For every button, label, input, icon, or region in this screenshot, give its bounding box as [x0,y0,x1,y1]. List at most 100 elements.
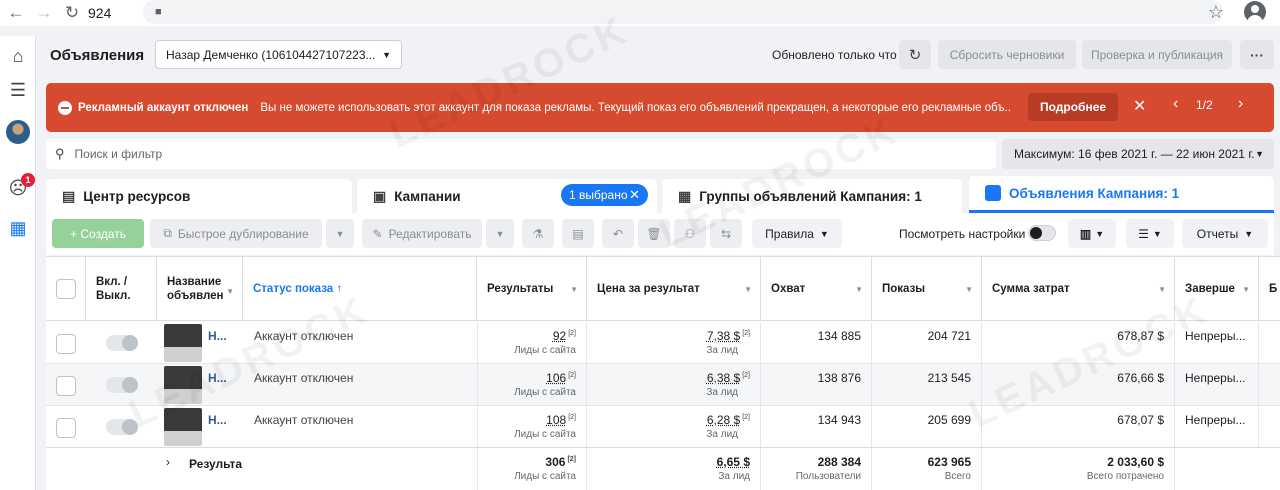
duplicate-label: Быстрое дублирование [177,226,309,241]
clipboard-button[interactable]: ▤ [562,219,594,248]
footnote-mark: [2] [742,414,750,421]
ad-toggle[interactable] [106,377,138,393]
profile-icon[interactable] [1244,1,1266,23]
back-icon[interactable]: ← [4,1,28,25]
cpr-sub: За лид [706,429,738,440]
table-row[interactable]: Н... Аккаунт отключен 108 [2] Лиды с сайта… [46,406,1280,448]
header-select-all[interactable] [46,257,86,321]
header-ends[interactable]: Заверше ▼ [1175,257,1259,321]
more-button[interactable]: ··· [1240,40,1274,69]
footnote-mark: [2] [568,330,576,337]
select-all-checkbox[interactable] [56,279,76,299]
alert-more-button[interactable]: Подробнее [1028,93,1118,121]
impressions-cell: 204 721 [872,322,982,364]
refresh-icon: ↻ [908,46,922,64]
chevron-left-icon[interactable]: ‹ [1173,95,1178,113]
chevron-down-icon: ▼ [1152,228,1162,239]
address-bar[interactable]: ■ [143,0,1223,24]
rules-label: Правила [765,226,814,241]
row-checkbox[interactable] [56,376,76,396]
home-icon[interactable]: ⌂ [0,42,36,70]
menu-icon[interactable]: ☰ [0,76,36,104]
header-impressions[interactable]: Показы ▼ [872,257,982,321]
ab-test-button[interactable]: ⚗ [522,219,554,248]
notifications-icon[interactable]: ☹ 1 [0,173,36,202]
tab-label: Группы объявлений Кампания: 1 [699,188,922,204]
chevron-right-icon[interactable]: › [166,455,170,469]
selected-filter-pill[interactable]: 1 выбрано ✕ [561,184,648,206]
ad-thumbnail [164,324,202,362]
ads-manager-table-icon[interactable]: ▦ [0,214,36,242]
ad-name-link[interactable]: Н... [208,413,227,427]
results-sub: Лиды с сайта [514,429,576,440]
totals-reach-value: 288 384 [817,455,861,469]
header-label: Цена за результат [597,282,700,295]
reload-icon[interactable]: ↻ [60,1,84,25]
forward-icon[interactable]: → [32,1,56,25]
edit-button[interactable]: ✎ Редактировать [362,219,482,248]
view-settings-toggle[interactable] [1028,225,1056,241]
search-filter-bar[interactable]: ⚲ Поиск и фильтр [46,139,996,169]
chevron-down-icon: ▼ [335,228,345,239]
discard-drafts-button[interactable]: Сбросить черновики [938,40,1076,69]
account-selector[interactable]: Назар Демченко (106104427107223... ▼ [155,40,402,69]
breakdown-button[interactable]: ☰ ▼ [1126,219,1174,248]
header-delivery-status[interactable]: Статус показа ↑ [243,257,477,321]
row-checkbox[interactable] [56,334,76,354]
columns-button[interactable]: ▥ ▼ [1068,219,1116,248]
reach-cell: 138 876 [761,364,872,406]
refresh-button[interactable]: ↻ [899,40,931,69]
totals-cpr: 6,65 $ За лид [587,448,761,490]
tab-ad-sets[interactable]: ▦ Группы объявлений Кампания: 1 [662,179,962,213]
header-cost-per-result[interactable]: Цена за результат ▼ [587,257,761,321]
ad-toggle[interactable] [106,419,138,435]
delete-button[interactable]: 🗑 [638,219,670,248]
header-ad-name[interactable]: Название объявлен ▼ [157,257,243,321]
ends-cell: Непреры... [1175,322,1259,364]
edit-label: Редактировать [388,226,472,241]
totals-results-value: 306 [545,455,566,469]
quick-duplicate-button[interactable]: ⧉ Быстрое дублирование [150,219,322,248]
create-button[interactable]: + Создать [52,219,144,248]
close-icon[interactable]: ✕ [629,187,640,203]
audience-button[interactable]: ⚇ [674,219,706,248]
spend-cell: 676,66 $ [982,364,1175,406]
preview-button[interactable]: ⇆ [710,219,742,248]
header-budget[interactable]: Б [1259,257,1280,321]
reports-button[interactable]: Отчеты ▼ [1182,219,1268,248]
avatar[interactable] [0,118,36,146]
close-icon[interactable]: ✕ [1133,96,1146,116]
date-range-picker[interactable]: Максимум: 16 фев 2021 г. — 22 июн 2021 г… [1002,139,1274,169]
review-publish-button[interactable]: Проверка и публикация [1082,40,1232,69]
ad-name-link[interactable]: Н... [208,371,227,385]
table-row[interactable]: Н... Аккаунт отключен 92 [2] Лиды с сайта … [46,322,1280,364]
header-label: Охват [771,282,806,295]
rules-button[interactable]: Правила ▼ [752,219,842,248]
tab-resource-center[interactable]: ▤ Центр ресурсов [46,179,352,213]
lock-icon: ■ [155,6,162,18]
totals-cpr-sub: За лид [718,471,750,482]
header-reach[interactable]: Охват ▼ [761,257,872,321]
undo-button[interactable]: ↶ [602,219,634,248]
header-results[interactable]: Результаты ▼ [477,257,587,321]
header-on-off[interactable]: Вкл. / Выкл. [86,257,157,321]
totals-reach: 288 384 Пользователи [761,448,872,490]
duplicate-dropdown[interactable]: ▼ [326,219,354,248]
edit-dropdown[interactable]: ▼ [486,219,514,248]
footnote-mark: [2] [742,330,750,337]
cost-per-result-cell: 6,28 $ [2] За лид [587,406,761,448]
table-row[interactable]: Н... Аккаунт отключен 106 [2] Лиды с сайта… [46,364,1280,406]
ad-toggle[interactable] [106,335,138,351]
totals-reach-sub: Пользователи [795,471,861,482]
ad-name-link[interactable]: Н... [208,329,227,343]
footnote-mark: [2] [567,456,576,463]
ends-value: Непреры... [1185,371,1246,385]
ad-icon [985,185,1001,201]
totals-results: 306 [2] Лиды с сайта [477,448,587,490]
tab-ads[interactable]: Объявления Кампания: 1 [969,176,1274,213]
row-checkbox[interactable] [56,418,76,438]
header-amount-spent[interactable]: Сумма затрат ▼ [982,257,1175,321]
chevron-right-icon[interactable]: › [1238,95,1243,113]
bookmark-star-icon[interactable]: ☆ [1208,2,1224,23]
search-input[interactable]: Поиск и фильтр [75,147,163,161]
